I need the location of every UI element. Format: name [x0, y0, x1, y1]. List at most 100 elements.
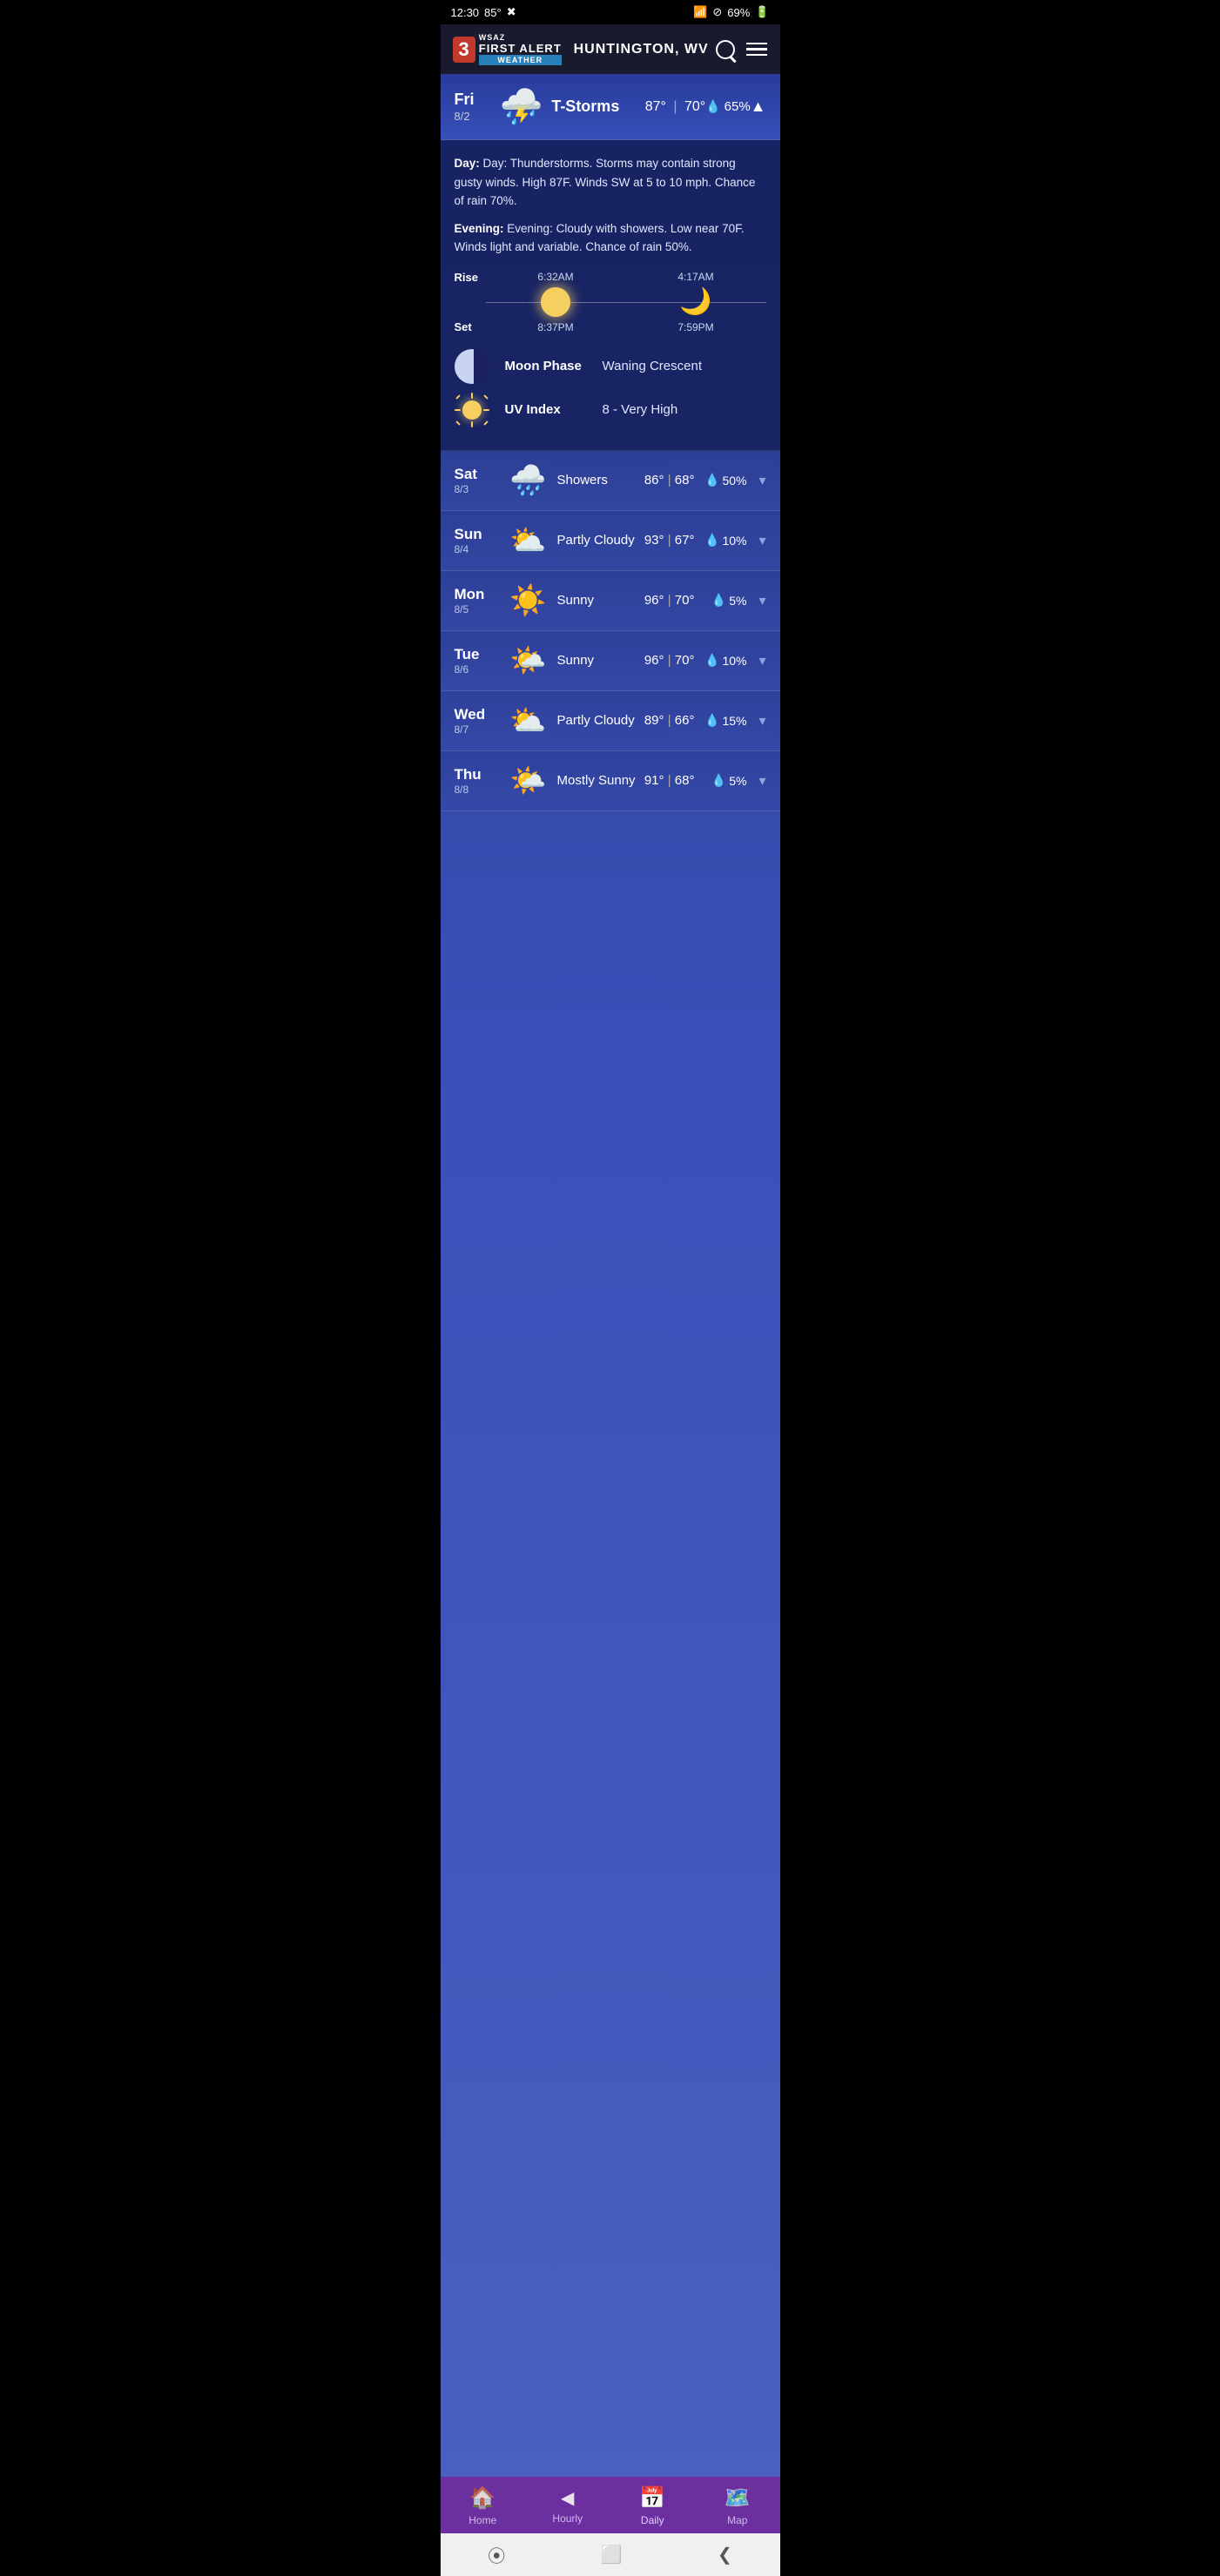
uv-index-row: UV Index 8 - Very High — [455, 393, 766, 427]
forecast-rain: 💧 5% — [701, 593, 746, 608]
rain-drop-icon: 💧 — [704, 473, 719, 488]
forecast-expand-chevron[interactable]: ▾ — [758, 472, 765, 489]
forecast-date: 8/5 — [455, 603, 500, 615]
forecast-day-col: Sun 8/4 — [455, 526, 500, 555]
battery-percent: 69% — [727, 6, 750, 19]
moon-icon: 🌙 — [679, 289, 711, 315]
forecast-weather-icon: 🌤️ — [507, 643, 550, 678]
forecast-date: 8/6 — [455, 663, 500, 676]
logo-alert: FIRST ALERT — [479, 42, 562, 55]
android-back-btn[interactable]: ❮ — [718, 2544, 732, 2566]
forecast-row[interactable]: Wed 8/7 ⛅ Partly Cloudy 89° | 66° 💧 15% … — [441, 691, 780, 751]
bottom-nav: 🏠 Home ◀ Hourly 📅 Daily 🗺️ Map — [441, 2477, 780, 2533]
forecast-day-col: Wed 8/7 — [455, 706, 500, 736]
featured-weather-icon: ⛈️ — [500, 86, 543, 127]
moon-set-time: 7:59PM — [677, 321, 713, 333]
forecast-temps: 89° | 66° — [644, 713, 695, 728]
nav-hourly[interactable]: ◀ Hourly — [537, 2487, 598, 2525]
android-recent-btn[interactable]: ⦿ — [488, 2542, 505, 2567]
forecast-condition: Partly Cloudy — [557, 533, 637, 548]
featured-day-row[interactable]: Fri 8/2 ⛈️ T-Storms 87° | 70° 💧 65% ▲ — [441, 74, 780, 140]
forecast-day-name: Mon — [455, 586, 500, 603]
forecast-row[interactable]: Tue 8/6 🌤️ Sunny 96° | 70° 💧 10% ▾ — [441, 631, 780, 691]
forecast-rain: 💧 5% — [701, 773, 746, 788]
featured-low: 70° — [684, 99, 705, 114]
forecast-row[interactable]: Mon 8/5 ☀️ Sunny 96° | 70° 💧 5% ▾ — [441, 571, 780, 631]
header-city: HUNTINGTON, WV — [574, 40, 735, 59]
forecast-rain: 💧 10% — [701, 533, 746, 548]
forecast-date: 8/3 — [455, 483, 500, 495]
forecast-expand-chevron[interactable]: ▾ — [758, 532, 765, 549]
forecast-weather-icon: ☀️ — [507, 583, 550, 618]
status-left: 12:30 85° ✖ — [451, 5, 516, 19]
rise-label: Rise — [455, 271, 486, 284]
rain-drop-icon: 💧 — [704, 713, 719, 728]
uv-index-value: 8 - Very High — [603, 402, 678, 417]
forecast-weather-icon: ⛅ — [507, 523, 550, 558]
forecast-expand-chevron[interactable]: ▾ — [758, 652, 765, 669]
moon-phase-value: Waning Crescent — [603, 359, 703, 373]
featured-expand-chevron[interactable]: ▲ — [751, 98, 766, 116]
forecast-expand-chevron[interactable]: ▾ — [758, 592, 765, 609]
nav-map[interactable]: 🗺️ Map — [707, 2485, 768, 2526]
sun-set-time: 8:37PM — [537, 321, 573, 333]
logo-number: 3 — [459, 40, 469, 59]
forecast-weather-icon: ⛅ — [507, 703, 550, 738]
nav-home-label: Home — [468, 2514, 496, 2526]
status-temp: 85° — [484, 6, 502, 19]
forecast-row[interactable]: Thu 8/8 🌤️ Mostly Sunny 91° | 68° 💧 5% ▾ — [441, 751, 780, 811]
forecast-day-name: Thu — [455, 766, 500, 784]
hourly-icon: ◀ — [561, 2487, 574, 2509]
status-right: 📶 ⊘ 69% 🔋 — [693, 5, 769, 19]
forecast-row[interactable]: Sat 8/3 🌧️ Showers 86° | 68° 💧 50% ▾ — [441, 451, 780, 511]
android-nav: ⦿ ⬜ ❮ — [441, 2533, 780, 2576]
nav-daily[interactable]: 📅 Daily — [622, 2485, 683, 2526]
android-home-btn[interactable]: ⬜ — [601, 2544, 623, 2566]
rain-drop-icon: 💧 — [704, 533, 719, 548]
status-bar: 12:30 85° ✖ 📶 ⊘ 69% 🔋 — [441, 0, 780, 24]
set-label: Set — [455, 320, 486, 333]
sun-rise-time: 6:32AM — [537, 271, 573, 283]
forecast-day-col: Sat 8/3 — [455, 466, 500, 495]
dnd-icon: ⊘ — [712, 5, 722, 19]
forecast-rain: 💧 15% — [701, 713, 746, 728]
logo-box: 3 — [453, 37, 475, 63]
forecast-temps: 96° | 70° — [644, 653, 695, 668]
header: 3 WSAZ FIRST ALERT WEATHER HUNTINGTON, W… — [441, 24, 780, 74]
forecast-condition: Showers — [557, 473, 637, 488]
forecast-expand-chevron[interactable]: ▾ — [758, 772, 765, 790]
featured-high: 87° — [645, 99, 666, 114]
forecast-day-name: Sun — [455, 526, 500, 543]
rain-drop-icon: 💧 — [704, 653, 719, 668]
forecast-temps: 96° | 70° — [644, 593, 695, 608]
forecast-expand-chevron[interactable]: ▾ — [758, 712, 765, 730]
forecast-row[interactable]: Sun 8/4 ⛅ Partly Cloudy 93° | 67° 💧 10% … — [441, 511, 780, 571]
nav-home[interactable]: 🏠 Home — [452, 2485, 513, 2526]
logo-text: WSAZ FIRST ALERT WEATHER — [479, 33, 562, 65]
logo-weather: WEATHER — [479, 55, 562, 65]
forecast-day-name: Wed — [455, 706, 500, 723]
logo: 3 WSAZ FIRST ALERT WEATHER — [453, 33, 562, 65]
forecast-condition: Sunny — [557, 653, 637, 668]
forecast-condition: Partly Cloudy — [557, 713, 637, 728]
nav-hourly-label: Hourly — [552, 2512, 583, 2525]
forecast-rain: 💧 10% — [701, 653, 746, 668]
menu-icon[interactable] — [746, 43, 767, 57]
main-content: Fri 8/2 ⛈️ T-Storms 87° | 70° 💧 65% ▲ Da… — [441, 74, 780, 2477]
search-icon[interactable] — [716, 40, 735, 59]
forecast-day-name: Sat — [455, 466, 500, 483]
day-description: Day: Day: Thunderstorms. Storms may cont… — [455, 154, 766, 211]
moon-phase-icon — [455, 349, 489, 384]
forecast-day-col: Tue 8/6 — [455, 646, 500, 676]
forecast-list: Sat 8/3 🌧️ Showers 86° | 68° 💧 50% ▾ Sun… — [441, 451, 780, 811]
rain-drop-icon: 💧 — [711, 593, 726, 608]
nav-map-label: Map — [727, 2514, 747, 2526]
forecast-weather-icon: 🌧️ — [507, 463, 550, 498]
uv-icon — [455, 393, 489, 427]
forecast-date: 8/8 — [455, 784, 500, 796]
moon-rise-time: 4:17AM — [677, 271, 713, 283]
featured-date: 8/2 — [455, 110, 500, 124]
forecast-day-name: Tue — [455, 646, 500, 663]
featured-temps: 87° | 70° — [645, 99, 705, 115]
status-time: 12:30 — [451, 6, 480, 19]
